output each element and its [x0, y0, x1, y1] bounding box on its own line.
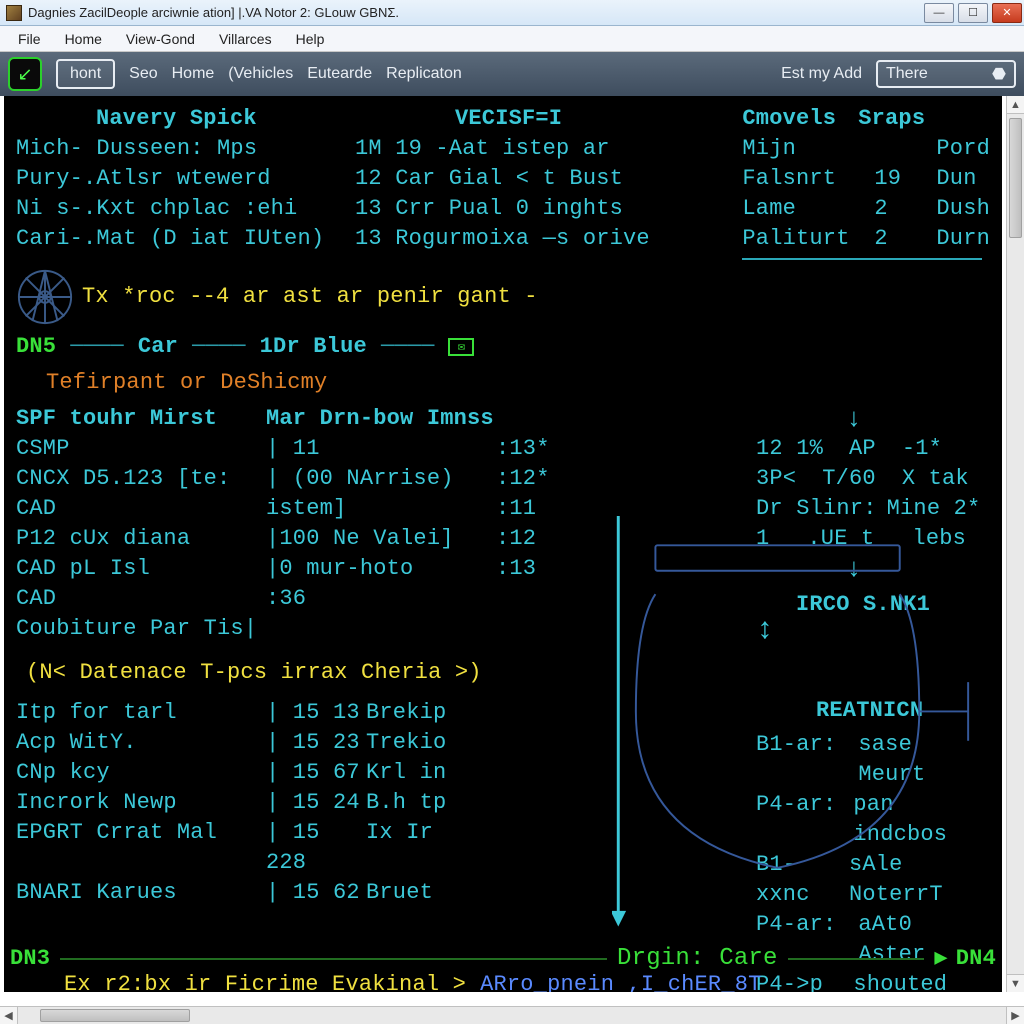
divider [742, 258, 982, 260]
top-summary: Navery Spick Mich- Dusseen: Mps Pury-.At… [16, 104, 990, 266]
left-row: Pury-.Atlsr wtewerd [16, 164, 355, 194]
mid-banner: (N< Datenace T-pcs irrax Cheria >) [26, 658, 606, 688]
table-row: Acp WitY.| 15 23Trekio [16, 728, 606, 758]
toolbar-home[interactable]: Home [172, 65, 215, 83]
toolbar-vehicles[interactable]: (Vehicles [228, 65, 293, 83]
scroll-thumb[interactable] [1009, 118, 1022, 238]
cmd-entry[interactable]: ARro_pnein ,I_chER_8T [480, 970, 761, 992]
metric-row: 1.UE tlebs [756, 524, 990, 554]
table-row: Incrork Newp| 15 24B.h tp [16, 788, 606, 818]
status-right[interactable]: DN4 [956, 944, 996, 974]
cmd-prompt: Ex r2:bx ir Ficrime Evakinal > [64, 970, 466, 992]
table-row: CADistem]:11 [16, 494, 606, 524]
toolbar-seo[interactable]: Seo [129, 65, 157, 83]
metric-row: 3P<T/60X tak [756, 464, 990, 494]
right-row: Lame2Dush [742, 194, 990, 224]
table-row: CNCX D5.123 [te:| (00 NArrise):12* [16, 464, 606, 494]
right-panel: ↓ 12 1%AP-1* 3P<T/60X tak Dr Slinr:Mine … [606, 404, 990, 992]
menu-home[interactable]: Home [53, 28, 114, 50]
table-row: CNp kcy| 15 67Krl in [16, 758, 606, 788]
toolbar-est-add-label: Est my Add [781, 65, 862, 83]
table-row: P12 cUx diana|100 Ne Valei]:12 [16, 524, 606, 554]
table-row: CAD pL Isl|0 mur-hoto:13 [16, 554, 606, 584]
menu-help[interactable]: Help [284, 28, 337, 50]
app-icon [6, 5, 22, 21]
instruction-text: Tx *roc --4 ar ast ar penir gant - [82, 282, 538, 312]
vertical-scrollbar[interactable]: ▲ ▼ [1006, 96, 1024, 992]
left-row: Mich- Dusseen: Mps [16, 134, 355, 164]
wheel-icon [16, 268, 74, 326]
right-row: Paliturt2Durn [742, 224, 990, 254]
nav-row: DN5 ──── Car ──── 1Dr Blue ──── ✉ [16, 332, 990, 362]
toolbar-replication[interactable]: Replicaton [386, 65, 462, 83]
menu-view[interactable]: View-Gond [114, 28, 207, 50]
arrow-down-icon: ↓ [846, 554, 990, 584]
table-row: BNARI Karues| 15 62Bruet [16, 878, 606, 908]
right-header: CmovelsSraps [742, 104, 990, 134]
toolbar: ↙ hont Seo Home (Vehicles Eutearde Repli… [0, 52, 1024, 96]
mid-row: 13 Rogurmoixa —s orive [355, 224, 742, 254]
mid-row: 1M 19 -Aat istep ar [355, 134, 742, 164]
nav-drblue: 1Dr Blue [260, 332, 367, 362]
scroll-up-icon[interactable]: ▲ [1007, 96, 1024, 114]
metric-row: 12 1%AP-1* [756, 434, 990, 464]
window-title: Dagnies ZacilDeople arciwnie ation] |.VA… [28, 5, 922, 20]
left-header: Navery Spick [16, 104, 355, 134]
maximize-button[interactable]: ☐ [958, 3, 988, 23]
table-header: SPF touhr Mirst Mar Drn-bow Imnss [16, 404, 606, 434]
scroll-right-icon[interactable]: ▶ [1006, 1007, 1024, 1024]
arrow-down-icon: ↓ [846, 404, 990, 434]
right-row: Falsnrt19Dun [742, 164, 990, 194]
status-left[interactable]: DN3 [10, 944, 50, 974]
metric-row: Dr Slinr:Mine 2* [756, 494, 990, 524]
search-icon: ⬣ [992, 64, 1006, 84]
horizontal-scrollbar[interactable]: ◀ ▶ [0, 1006, 1024, 1024]
menu-villarces[interactable]: Villarces [207, 28, 284, 50]
left-row: Cari-.Mat (D iat IUten) [16, 224, 355, 254]
content-area: Navery Spick Mich- Dusseen: Mps Pury-.At… [0, 96, 1024, 992]
instruction-row: Tx *roc --4 ar ast ar penir gant - [16, 268, 990, 326]
search-input[interactable]: There ⬣ [876, 60, 1016, 88]
mid-row: 12 Car Gial < t Bust [355, 164, 742, 194]
minimize-button[interactable]: — [924, 3, 954, 23]
table-row: CSMP| 11:13* [16, 434, 606, 464]
left-row: Ni s-.Kxt chplac :ehi [16, 194, 355, 224]
data-table: SPF touhr Mirst Mar Drn-bow Imnss CSMP| … [16, 404, 606, 644]
scroll-thumb[interactable] [40, 1009, 190, 1022]
list-item: P4-ar:pan indcbos [756, 790, 990, 850]
bottom-table: Itp for tarl| 15 13Brekip Acp WitY.| 15 … [16, 698, 606, 908]
menubar: File Home View-Gond Villarces Help [0, 26, 1024, 52]
terminal-pane[interactable]: Navery Spick Mich- Dusseen: Mps Pury-.At… [4, 96, 1002, 992]
section-title: Tefirpant or DeShicmy [16, 368, 990, 398]
app-glyph-icon[interactable]: ↙ [8, 57, 42, 91]
hont-button[interactable]: hont [56, 59, 115, 89]
right-row: MijnPord [742, 134, 990, 164]
table-row: Itp for tarl| 15 13Brekip [16, 698, 606, 728]
nav-car: Car [138, 332, 178, 362]
scroll-down-icon[interactable]: ▼ [1007, 974, 1024, 992]
table-row: EPGRT Crrat Mal| 15 228Ix Ir [16, 818, 606, 878]
table-footer: Coubiture Par Tis| [16, 614, 606, 644]
nav-left-label[interactable]: DN5 [16, 332, 56, 362]
table-row: CAD:36 [16, 584, 606, 614]
mid-header: VECISF=I [355, 104, 742, 134]
close-button[interactable]: ✕ [992, 3, 1022, 23]
envelope-icon[interactable]: ✉ [448, 338, 474, 356]
irco-label: IRCO S.NK1 [796, 590, 990, 620]
mid-row: 13 Crr Pual 0 inghts [355, 194, 742, 224]
list-item: B1-xxncsAle NoterrT [756, 850, 990, 910]
double-arrow-icon: ↕ [756, 620, 990, 642]
toolbar-eutearde[interactable]: Eutearde [307, 65, 372, 83]
command-line[interactable]: Ex r2:bx ir Ficrime Evakinal > ARro_pnei… [64, 970, 762, 992]
reaction-title: REATNICN [816, 696, 990, 726]
list-item: B1-ar:sase Meurt [756, 730, 990, 790]
arrow-right-icon: ▶ [934, 944, 947, 974]
window-titlebar: Dagnies ZacilDeople arciwnie ation] |.VA… [0, 0, 1024, 26]
scroll-left-icon[interactable]: ◀ [0, 1007, 18, 1024]
search-placeholder: There [886, 65, 928, 83]
menu-file[interactable]: File [6, 28, 53, 50]
